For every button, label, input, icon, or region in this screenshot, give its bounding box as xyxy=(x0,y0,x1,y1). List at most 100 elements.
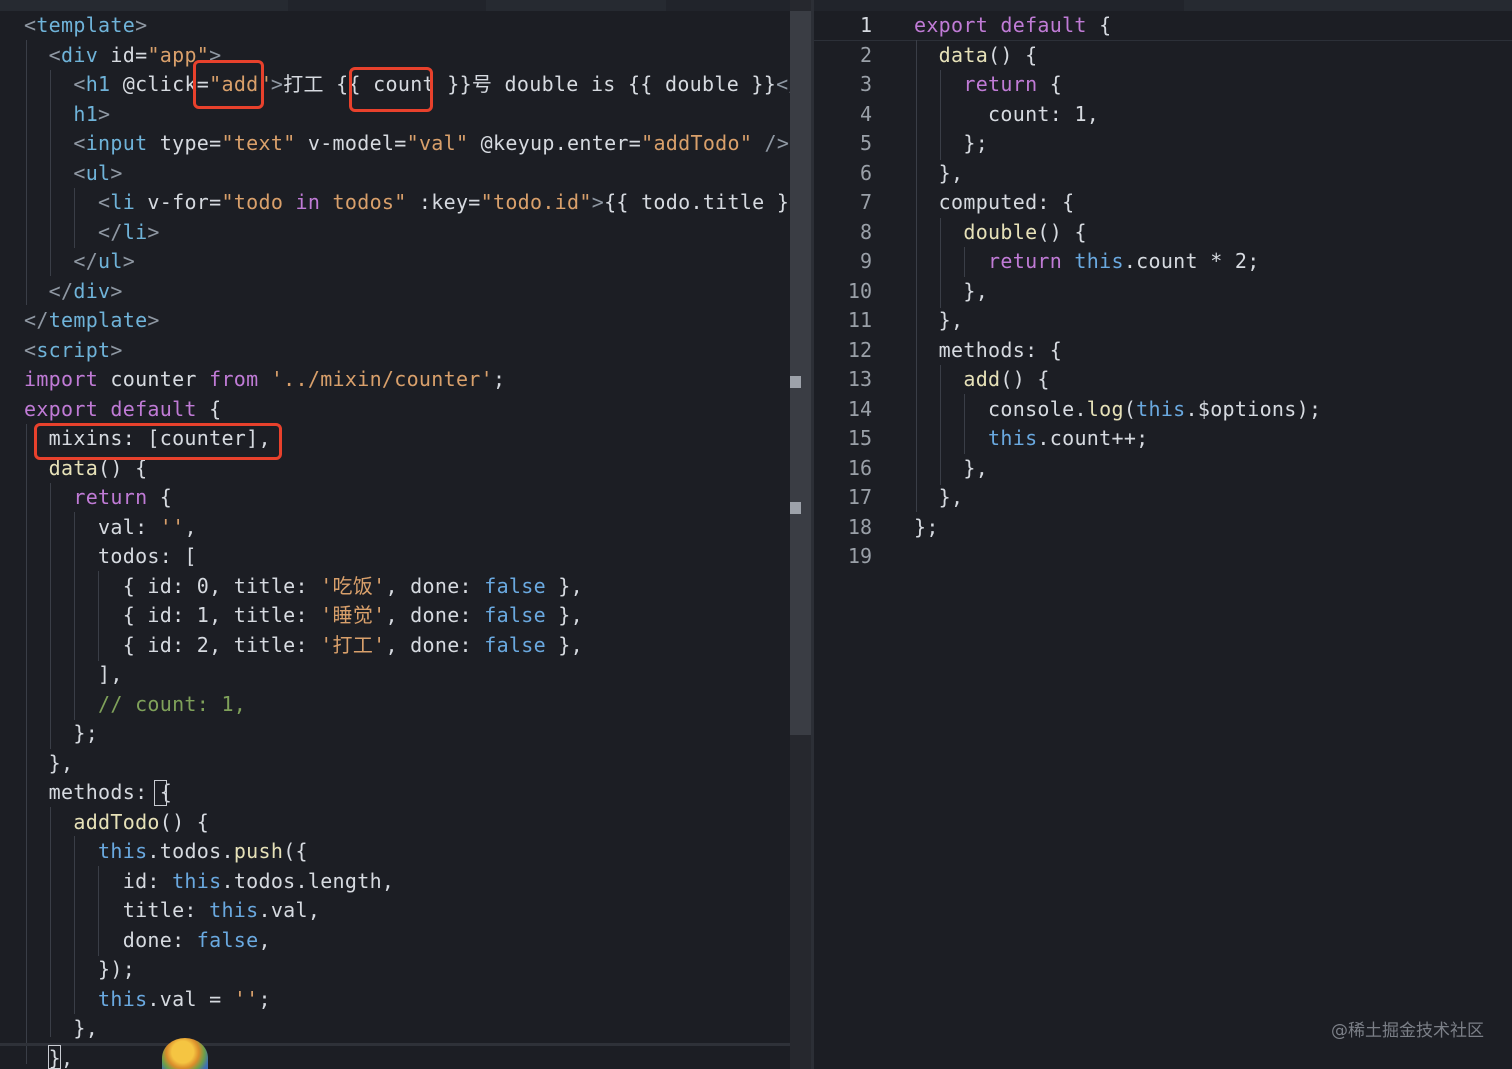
code-line[interactable]: this.val = ''; xyxy=(24,985,790,1015)
code-line[interactable]: { id: 0, title: '吃饭', done: false }, xyxy=(24,572,790,602)
right-code-area[interactable]: export default { data() { return { count… xyxy=(914,11,1321,572)
code-token: = xyxy=(196,986,234,1011)
code-line[interactable]: }, xyxy=(914,483,1321,513)
line-number: 11 xyxy=(847,308,872,332)
line-number-gutter: 1 2 3 4 5 6 7 8 9 10 11 12 13 14 15 16 17 18 19 xyxy=(822,11,872,572)
code-line[interactable]: done: false, xyxy=(24,926,790,956)
scrollbar-thumb[interactable] xyxy=(790,11,812,735)
scroll-marker xyxy=(790,376,801,388)
left-editor-pane[interactable]: <template> <div id="app"> <h1 @click="ad… xyxy=(0,0,790,1069)
code-token: }); xyxy=(24,957,136,981)
tab-placeholder[interactable] xyxy=(486,0,666,11)
code-line[interactable]: <ul> xyxy=(24,159,790,189)
line-number: 16 xyxy=(847,455,872,480)
code-line[interactable]: console.log(this.$options); xyxy=(914,395,1321,425)
code-line[interactable]: }, xyxy=(914,277,1321,307)
left-code-area[interactable]: <template> <div id="app"> <h1 @click="ad… xyxy=(24,11,790,1069)
code-token: . xyxy=(1074,396,1087,421)
code-token: }, xyxy=(24,1016,99,1040)
code-line[interactable]: export default { xyxy=(24,395,790,425)
code-line[interactable]: todos: [ xyxy=(24,542,790,572)
bracket-match-indicator xyxy=(48,1045,61,1069)
code-line[interactable]: }, xyxy=(914,159,1321,189)
code-line[interactable]: count: 1, xyxy=(914,100,1321,130)
code-token: , done: xyxy=(385,573,485,598)
code-token: 1 xyxy=(196,603,210,627)
code-token: h1 xyxy=(85,72,111,96)
right-tab-strip xyxy=(814,0,1512,11)
code-line[interactable]: </ul> xyxy=(24,247,790,277)
code-token: }, xyxy=(914,308,964,332)
code-line[interactable]: double() { xyxy=(914,218,1321,248)
code-token: ; xyxy=(1247,249,1260,273)
code-line[interactable]: <template> xyxy=(24,11,790,41)
code-line[interactable]: }; xyxy=(914,513,1321,543)
code-line[interactable]: <div id="app"> xyxy=(24,41,790,71)
code-line[interactable]: }, xyxy=(24,1014,790,1044)
code-token: li xyxy=(122,219,148,244)
code-line[interactable]: { id: 1, title: '睡觉', done: false }, xyxy=(24,601,790,631)
code-token: }, xyxy=(914,278,989,303)
code-token: "val" xyxy=(406,131,469,155)
code-line[interactable]: methods: { xyxy=(914,336,1321,366)
code-token: . xyxy=(1185,396,1198,421)
tab-placeholder[interactable] xyxy=(1184,0,1512,11)
code-token: . xyxy=(147,839,160,863)
code-line[interactable]: { id: 2, title: '打工', done: false }, xyxy=(24,631,790,661)
code-line[interactable]: }); xyxy=(24,955,790,985)
code-token: }, xyxy=(545,632,583,657)
code-line[interactable]: }, xyxy=(914,306,1321,336)
code-token: 2 xyxy=(196,632,210,657)
code-token: from xyxy=(209,367,259,391)
code-token: ; xyxy=(258,986,271,1011)
code-line[interactable]: export default { xyxy=(914,11,1321,41)
code-token: > xyxy=(135,13,148,37)
code-token: , xyxy=(1086,101,1100,126)
code-token: () { xyxy=(1000,367,1050,391)
code-line[interactable]: add() { xyxy=(914,365,1321,395)
code-line[interactable]: this.count++; xyxy=(914,424,1321,454)
code-line[interactable]: data() { xyxy=(914,41,1321,71)
code-line[interactable]: // count: 1, xyxy=(24,690,790,720)
code-token: < xyxy=(24,42,62,67)
code-token: count: xyxy=(914,101,1075,126)
code-line[interactable]: </li> xyxy=(24,218,790,248)
code-token: < xyxy=(24,190,111,214)
code-token: todos xyxy=(159,839,222,863)
code-line[interactable]: id: this.todos.length, xyxy=(24,867,790,897)
code-token: . xyxy=(221,868,234,893)
code-line[interactable]: </template> xyxy=(24,306,790,336)
code-line[interactable]: methods: { xyxy=(24,778,790,808)
horizontal-scrollbar[interactable] xyxy=(0,1043,790,1046)
code-line[interactable]: return this.count * 2; xyxy=(914,247,1321,277)
code-line[interactable]: <input type="text" v-model="val" @keyup.… xyxy=(24,129,790,159)
code-line[interactable]: ], xyxy=(24,660,790,690)
code-line[interactable]: title: this.val, xyxy=(24,896,790,926)
code-line[interactable]: return { xyxy=(914,70,1321,100)
code-token: ); xyxy=(1296,396,1322,421)
code-line[interactable]: addTodo() { xyxy=(24,808,790,838)
code-line[interactable]: val: '', xyxy=(24,513,790,543)
code-line[interactable]: }, xyxy=(914,454,1321,484)
code-line[interactable]: }; xyxy=(914,129,1321,159)
code-token: template xyxy=(48,308,148,332)
tab-placeholder[interactable] xyxy=(0,0,288,11)
code-line[interactable]: }, xyxy=(24,1044,790,1069)
code-line[interactable] xyxy=(914,542,1321,572)
code-token: , xyxy=(184,514,197,539)
code-line[interactable]: <script> xyxy=(24,336,790,366)
code-line[interactable]: }; xyxy=(24,719,790,749)
code-line[interactable]: <li v-for="todo in todos" :key="todo.id"… xyxy=(24,188,790,218)
code-token: { xyxy=(1049,337,1063,362)
code-line[interactable]: }, xyxy=(24,749,790,779)
code-token: div xyxy=(73,278,111,303)
code-line[interactable]: </div> xyxy=(24,277,790,307)
code-token: 0 xyxy=(196,573,210,598)
code-line[interactable]: computed: { xyxy=(914,188,1321,218)
scroll-marker xyxy=(790,502,801,514)
code-line[interactable]: this.todos.push({ xyxy=(24,837,790,867)
highlight-count-binding xyxy=(349,67,433,112)
code-line[interactable]: import counter from '../mixin/counter'; xyxy=(24,365,790,395)
code-token: val: xyxy=(24,514,160,539)
code-line[interactable]: return { xyxy=(24,483,790,513)
